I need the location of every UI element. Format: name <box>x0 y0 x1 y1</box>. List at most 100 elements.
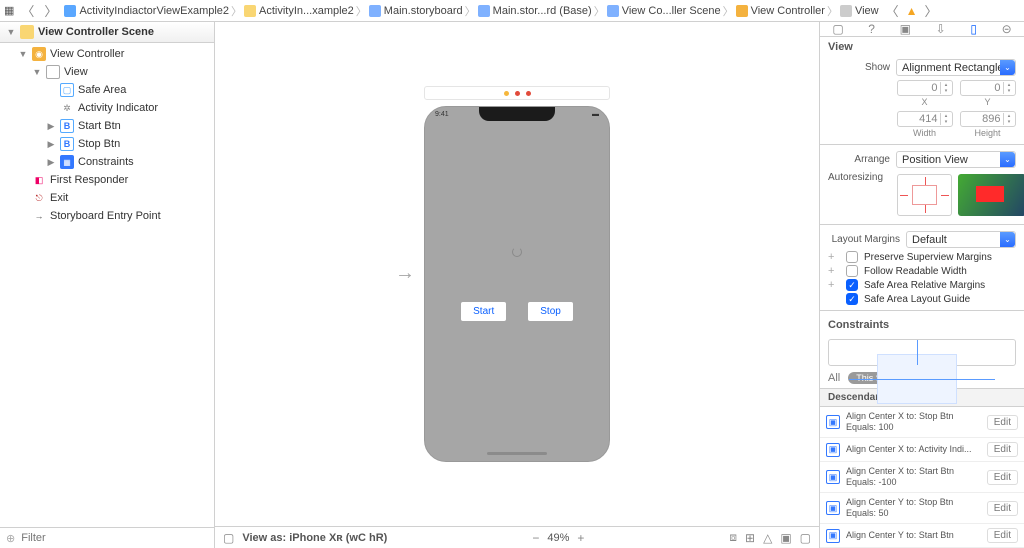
outline-row[interactable]: ▼ View <box>0 63 214 81</box>
zoom-out-icon[interactable]: − <box>532 531 539 545</box>
canvas-body[interactable]: → 9:41 ▬ Start Stop <box>215 22 819 526</box>
checkbox[interactable]: ✓ <box>846 279 858 291</box>
disclosure-icon[interactable]: ▶ <box>46 157 56 168</box>
embed-icon[interactable]: ▣ <box>780 531 791 545</box>
edit-button[interactable]: Edit <box>987 415 1018 430</box>
connections-inspector-tab[interactable]: ⊝ <box>1002 22 1012 36</box>
outline-row[interactable]: ▶ B Stop Btn <box>0 135 214 153</box>
outline-row[interactable]: → Storyboard Entry Point <box>0 207 214 225</box>
breadcrumb-item[interactable]: Main.stor...rd (Base) <box>478 5 592 17</box>
constraint-row[interactable]: ▣ Align Center X to: Start BtnEquals: -1… <box>820 462 1024 493</box>
breadcrumb-item[interactable]: View Co...ller Scene <box>607 5 721 17</box>
outline-row[interactable]: ◧ First Responder <box>0 171 214 189</box>
show-select[interactable]: Alignment Rectangle ⌄ <box>896 59 1016 76</box>
edit-button[interactable]: Edit <box>987 470 1018 485</box>
constraint-icon: ▣ <box>826 415 840 429</box>
edit-button[interactable]: Edit <box>987 528 1018 543</box>
stop-button[interactable]: Stop <box>528 302 573 321</box>
y-field[interactable]: 0▴▾ <box>960 80 1016 96</box>
add-icon[interactable]: + <box>828 251 840 263</box>
autoresize-control[interactable] <box>897 174 952 216</box>
outline-row[interactable]: ✲ Activity Indicator <box>0 99 214 117</box>
breadcrumb-item[interactable]: View <box>840 5 879 17</box>
size-inspector-tab[interactable]: ▯ <box>970 22 977 36</box>
device-frame[interactable]: 9:41 ▬ Start Stop <box>424 106 610 462</box>
align-icon[interactable]: ⧈ <box>729 530 737 545</box>
entry-icon: → <box>32 209 46 223</box>
x-field[interactable]: 0▴▾ <box>897 80 953 96</box>
edit-button[interactable]: Edit <box>987 501 1018 516</box>
help-inspector-tab[interactable]: ? <box>868 22 875 36</box>
nav-forward[interactable]: 〉 <box>41 1 60 20</box>
y-label: Y <box>984 97 990 107</box>
related-items-icon[interactable]: ▦ <box>4 4 14 17</box>
attributes-inspector-tab[interactable]: ⇩ <box>936 22 946 36</box>
constraints-diagram[interactable] <box>828 339 1016 366</box>
pin-icon[interactable]: ⊞ <box>745 531 755 545</box>
disclosure-icon[interactable]: ▼ <box>18 49 28 59</box>
zoom-level[interactable]: 49% <box>547 532 569 544</box>
constraint-row[interactable]: ▣ Align Center Y to: Start Btn Edit <box>820 524 1024 548</box>
device-label[interactable]: View as: iPhone Xʀ (wC hR) <box>242 532 387 544</box>
breadcrumb-item[interactable]: Main.storyboard <box>369 5 463 17</box>
checkbox[interactable] <box>846 265 858 277</box>
height-field[interactable]: 896▴▾ <box>960 111 1016 127</box>
breadcrumb-item[interactable]: View Controller <box>736 5 825 17</box>
show-value: Alignment Rectangle <box>902 62 1004 74</box>
outline-filter[interactable]: ⊕ <box>0 527 214 548</box>
zoom-in-icon[interactable]: + <box>577 531 584 545</box>
disclosure-icon[interactable]: ▶ <box>46 121 56 132</box>
width-label: Width <box>913 128 936 138</box>
chevron-down-icon: ⌄ <box>1000 152 1015 167</box>
constraints-label: Constraints <box>820 315 1024 335</box>
nav-back[interactable]: 〈 <box>18 1 37 20</box>
constraint-icon: ▣ <box>826 529 840 543</box>
constraint-row[interactable]: ▣ Align Center X to: Stop BtnEquals: 100… <box>820 407 1024 438</box>
disclosure-icon[interactable]: ▼ <box>32 67 42 77</box>
canvas-toggle-icon[interactable]: ▢ <box>800 531 811 545</box>
status-time: 9:41 <box>435 111 449 118</box>
crumb-back[interactable]: 〈 <box>883 1 902 20</box>
add-icon[interactable]: + <box>828 279 840 291</box>
layout-margins-select[interactable]: Default ⌄ <box>906 231 1016 248</box>
constraint-row[interactable]: ▣ Align Center X to: Activity Indi... Ed… <box>820 438 1024 462</box>
breadcrumb-item[interactable]: ActivityIndiactorViewExample2 <box>64 5 229 17</box>
outline-row[interactable]: ▢ Safe Area <box>0 81 214 99</box>
start-button[interactable]: Start <box>461 302 506 321</box>
outline-row[interactable]: ▼ ◉ View Controller <box>0 45 214 63</box>
outline-row[interactable]: ⎋ Exit <box>0 189 214 207</box>
inspector-tabs: ▢ ? ▣ ⇩ ▯ ⊝ <box>820 22 1024 37</box>
safe-icon: ▢ <box>60 83 74 97</box>
outline-toggle-icon[interactable]: ▢ <box>223 531 234 545</box>
scene[interactable]: 9:41 ▬ Start Stop <box>424 86 610 462</box>
arrange-select[interactable]: Position View ⌄ <box>896 151 1016 168</box>
breadcrumb-item[interactable]: ActivityIn...xample2 <box>244 5 354 17</box>
crumb-forward[interactable]: 〉 <box>922 1 941 20</box>
edit-button[interactable]: Edit <box>987 442 1018 457</box>
disclosure-icon[interactable]: ▶ <box>46 139 56 150</box>
constraints-all[interactable]: All <box>828 372 840 384</box>
entry-point-arrow-icon[interactable]: → <box>395 262 415 285</box>
first-icon: ◧ <box>32 173 46 187</box>
warning-icon[interactable]: ▲ <box>906 4 918 18</box>
device-buttons: Start Stop <box>425 302 609 321</box>
add-icon[interactable]: + <box>828 265 840 277</box>
arrange-label: Arrange <box>828 154 890 165</box>
file-inspector-tab[interactable]: ▢ <box>832 22 843 36</box>
checkbox[interactable] <box>846 251 858 263</box>
identity-inspector-tab[interactable]: ▣ <box>900 22 911 36</box>
canvas-footer: ▢ View as: iPhone Xʀ (wC hR) − 49% + ⧈ ⊞… <box>215 526 819 548</box>
constraint-icon: ▣ <box>826 443 840 457</box>
checkbox[interactable]: ✓ <box>846 293 858 305</box>
scene-titlebar[interactable] <box>424 86 610 100</box>
width-field[interactable]: 414▴▾ <box>897 111 953 127</box>
outline-row[interactable]: ▶ B Start Btn <box>0 117 214 135</box>
outline-row[interactable]: ▶ ▦ Constraints <box>0 153 214 171</box>
constraint-row[interactable]: ▣ Align Center Y to: Stop BtnEquals: 50 … <box>820 493 1024 524</box>
resolve-icon[interactable]: △ <box>763 531 772 545</box>
outline-tree[interactable]: ▼ ◉ View Controller ▼ View ▢ Safe Area ✲… <box>0 43 214 527</box>
activity-indicator[interactable] <box>512 247 522 257</box>
filter-input[interactable] <box>19 531 208 545</box>
disclosure-icon[interactable]: ▼ <box>6 27 16 37</box>
outline-header[interactable]: ▼ View Controller Scene <box>0 22 214 43</box>
